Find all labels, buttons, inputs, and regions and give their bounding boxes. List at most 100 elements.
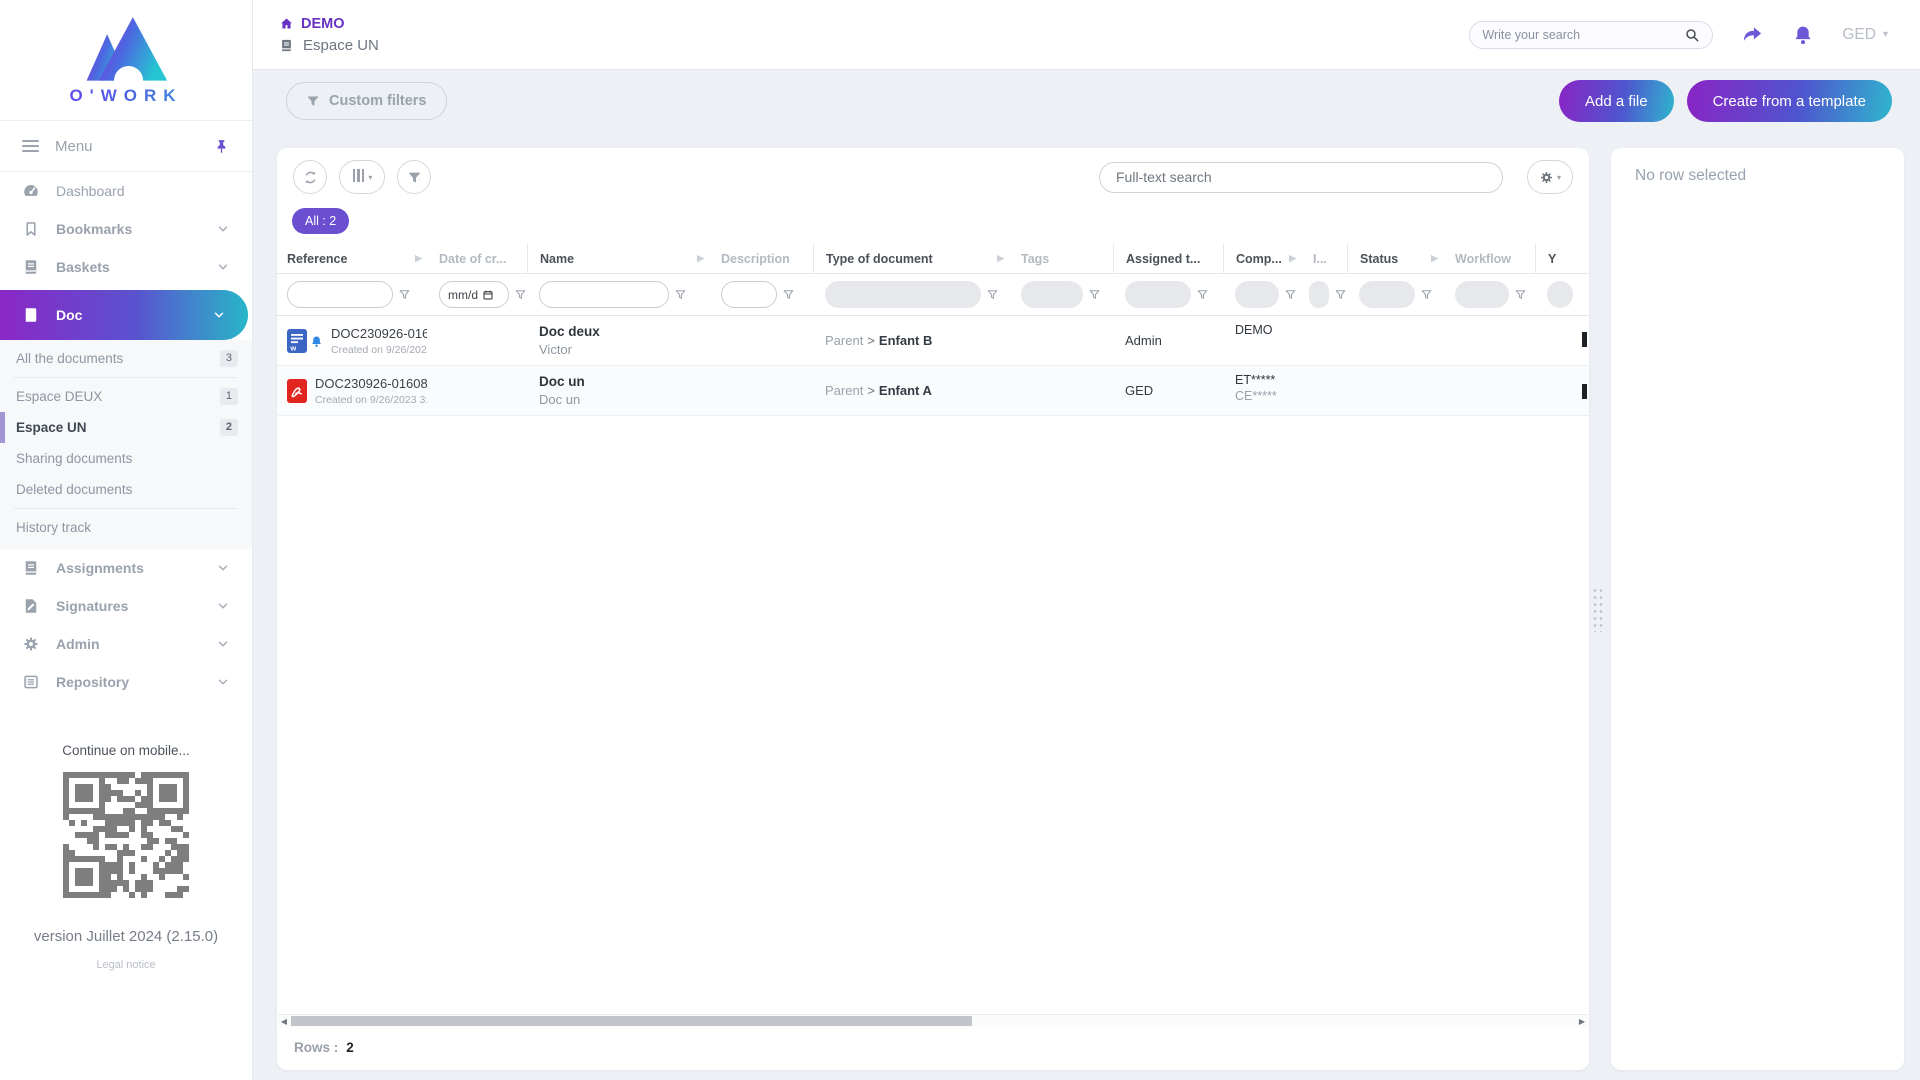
column-header-comp[interactable]: Comp... ▶ — [1223, 244, 1301, 273]
created-date: Created on 9/26/2023 3:08:43 AM — [315, 393, 427, 406]
book-icon — [22, 559, 40, 577]
sidebar-item-bookmarks[interactable]: Bookmarks — [0, 210, 252, 248]
book-icon — [279, 38, 294, 53]
table-filter-row: mm/d — [277, 274, 1589, 316]
panel-resize-handle[interactable] — [1591, 586, 1603, 632]
app-logo: O'WORK — [0, 0, 252, 106]
sidebar-item-sharing-documents[interactable]: Sharing documents — [0, 443, 252, 474]
legal-notice-link[interactable]: Legal notice — [0, 959, 252, 971]
column-header-date[interactable]: Date of cr... — [427, 244, 527, 273]
breadcrumb-home-label: DEMO — [301, 15, 345, 32]
funnel-icon[interactable] — [674, 288, 687, 301]
book-icon — [22, 306, 40, 324]
chevron-down-icon — [212, 308, 226, 322]
filter-description-input[interactable] — [721, 281, 777, 308]
column-header-name[interactable]: Name ▶ — [527, 244, 709, 273]
scrollbar-thumb[interactable] — [291, 1016, 973, 1026]
sidebar-item-espace-un[interactable]: Espace UN 2 — [0, 412, 252, 443]
scroll-right-arrow[interactable]: ▶ — [1576, 1015, 1588, 1028]
sidebar-item-label: Dashboard — [56, 183, 125, 199]
sidebar-item-label: Repository — [56, 674, 130, 690]
sidebar-item-deleted-documents[interactable]: Deleted documents — [0, 474, 252, 505]
column-header-workflow[interactable]: Workflow — [1443, 244, 1535, 273]
table-toolbar: ▾ ▾ — [277, 148, 1589, 200]
search-icon[interactable] — [1684, 27, 1700, 43]
column-header-assigned[interactable]: Assigned t... — [1113, 244, 1223, 273]
column-header-description[interactable]: Description — [709, 244, 813, 273]
filter-status-disabled — [1359, 281, 1415, 308]
scroll-left-arrow[interactable]: ◀ — [278, 1015, 290, 1028]
sidebar-item-assignments[interactable]: Assignments — [0, 549, 252, 587]
table-row[interactable]: DOC230926-01608-0 Created on 9/26/2023 3… — [277, 366, 1589, 416]
fulltext-search-input[interactable] — [1099, 161, 1503, 193]
company: ET***** — [1235, 373, 1276, 387]
mobile-hint: Continue on mobile... — [62, 743, 190, 758]
sidebar-item-dashboard[interactable]: Dashboard — [0, 172, 252, 210]
sidebar-item-all-documents[interactable]: All the documents 3 — [0, 343, 252, 374]
chevron-right-icon: ▶ — [1289, 253, 1296, 263]
table-row[interactable]: DOC230926-01609-0 Created on 9/26/2023 3… — [277, 316, 1589, 366]
table-settings-button[interactable]: ▾ — [1527, 160, 1573, 194]
funnel-icon[interactable] — [398, 288, 411, 301]
columns-button[interactable]: ▾ — [339, 160, 385, 194]
filter-button[interactable] — [397, 160, 431, 194]
column-header-type[interactable]: Type of document ▶ — [813, 244, 1009, 273]
logo-wordmark: O'WORK — [0, 86, 252, 106]
company: DEMO — [1235, 323, 1273, 337]
refresh-button[interactable] — [293, 160, 327, 194]
create-from-template-button[interactable]: Create from a template — [1686, 80, 1892, 122]
custom-filters-button[interactable]: Custom filters — [286, 82, 447, 120]
sidebar-menu-toggle[interactable]: Menu — [0, 120, 252, 172]
sidebar-item-baskets[interactable]: Baskets — [0, 248, 252, 286]
add-a-file-button[interactable]: Add a file — [1559, 80, 1674, 122]
column-header-reference[interactable]: Reference ▶ — [277, 244, 427, 273]
column-header-y[interactable]: Y — [1535, 244, 1589, 273]
calendar-icon[interactable] — [482, 289, 494, 301]
funnel-icon[interactable] — [1196, 288, 1209, 301]
chevron-down-icon — [216, 599, 230, 613]
funnel-icon[interactable] — [514, 288, 527, 301]
pin-icon[interactable] — [213, 138, 230, 155]
breadcrumb-home[interactable]: DEMO — [279, 16, 379, 32]
sidebar-item-repository[interactable]: Repository — [0, 663, 252, 701]
funnel-icon[interactable] — [986, 288, 999, 301]
count-badge: 1 — [219, 388, 238, 405]
column-header-tags[interactable]: Tags — [1009, 244, 1113, 273]
divider — [14, 508, 238, 509]
global-search-input[interactable] — [1482, 27, 1685, 42]
main-area: DEMO Espace UN GED ▾ Custom filters — [253, 0, 1920, 1080]
sidebar-item-label: Baskets — [56, 259, 110, 275]
sidebar-item-doc-active[interactable]: Doc — [0, 290, 248, 340]
custom-filters-label: Custom filters — [329, 93, 427, 109]
subitem-label: Espace DEUX — [16, 389, 103, 404]
funnel-icon[interactable] — [1420, 288, 1433, 301]
share-icon[interactable] — [1741, 23, 1764, 46]
gauge-icon — [22, 182, 40, 200]
user-menu[interactable]: GED ▾ — [1842, 26, 1894, 44]
sidebar-item-history-track[interactable]: History track — [0, 512, 252, 543]
sidebar-item-espace-deux[interactable]: Espace DEUX 1 — [0, 381, 252, 412]
horizontal-scrollbar[interactable]: ◀ ▶ — [278, 1014, 1588, 1027]
filter-name-input[interactable] — [539, 281, 669, 308]
gear-icon — [1539, 170, 1554, 185]
document-reference: DOC230926-01609-0 — [331, 325, 427, 341]
filter-date-input[interactable]: mm/d — [439, 281, 509, 308]
home-icon — [279, 16, 294, 31]
document-reference: DOC230926-01608-0 — [315, 375, 427, 391]
filter-reference-input[interactable] — [287, 281, 393, 308]
sidebar-item-label: Signatures — [56, 598, 129, 614]
funnel-icon[interactable] — [782, 288, 795, 301]
funnel-icon[interactable] — [1284, 288, 1297, 301]
sidebar-item-admin[interactable]: Admin — [0, 625, 252, 663]
chevron-down-icon — [216, 637, 230, 651]
sidebar-item-signatures[interactable]: Signatures — [0, 587, 252, 625]
global-search — [1469, 20, 1714, 49]
bell-icon[interactable] — [1792, 24, 1814, 46]
funnel-icon[interactable] — [1088, 288, 1101, 301]
funnel-icon[interactable] — [1514, 288, 1527, 301]
funnel-icon[interactable] — [1334, 288, 1347, 301]
column-label: Comp... — [1236, 251, 1282, 266]
all-count-badge[interactable]: All : 2 — [292, 208, 350, 234]
column-header-status[interactable]: Status ▶ — [1347, 244, 1443, 273]
column-header-i[interactable]: I... — [1301, 244, 1347, 273]
